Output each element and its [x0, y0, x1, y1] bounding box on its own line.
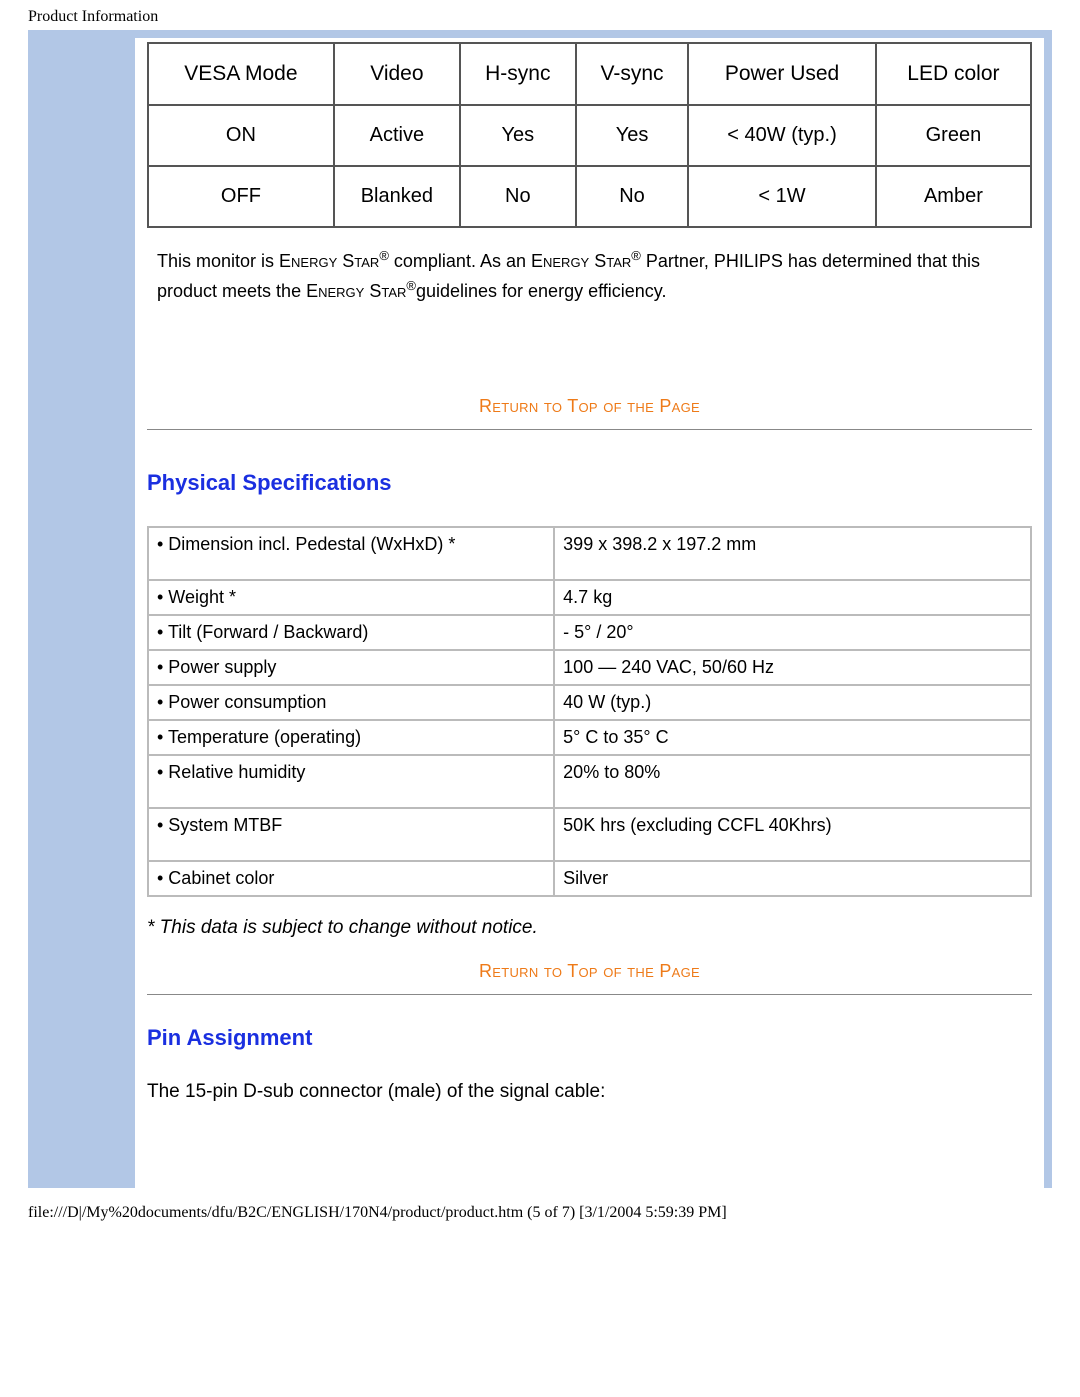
table-header-row: VESA Mode Video H-sync V-sync Power Used… — [148, 43, 1031, 105]
col-hsync: H-sync — [460, 43, 576, 105]
spec-value: 4.7 kg — [554, 580, 1031, 615]
registered-mark: ® — [379, 248, 389, 263]
page-header: Product Information — [0, 0, 1080, 30]
cell: No — [576, 166, 689, 227]
energy-star-mark: Energy Star — [531, 251, 631, 271]
table-row: OFF Blanked No No < 1W Amber — [148, 166, 1031, 227]
spec-value: 40 W (typ.) — [554, 685, 1031, 720]
spec-label: • Power supply — [148, 650, 554, 685]
cell: No — [460, 166, 576, 227]
col-power: Power Used — [688, 43, 876, 105]
spec-footnote: * This data is subject to change without… — [147, 917, 1032, 939]
section-divider — [147, 429, 1032, 430]
return-to-top-link[interactable]: Return to Top of the Page — [147, 396, 1032, 417]
cell: OFF — [148, 166, 334, 227]
power-mode-table-wrap: VESA Mode Video H-sync V-sync Power Used… — [147, 38, 1032, 228]
cell: ON — [148, 105, 334, 166]
spec-value: 399 x 398.2 x 197.2 mm — [554, 527, 1031, 580]
spec-label: • Temperature (operating) — [148, 720, 554, 755]
spec-value: 50K hrs (excluding CCFL 40Khrs) — [554, 808, 1031, 861]
cell: < 1W — [688, 166, 876, 227]
spec-value: - 5° / 20° — [554, 615, 1031, 650]
content-frame: VESA Mode Video H-sync V-sync Power Used… — [28, 30, 1052, 1188]
cell: Yes — [460, 105, 576, 166]
content-body: VESA Mode Video H-sync V-sync Power Used… — [135, 38, 1044, 1188]
text: This monitor is — [157, 251, 279, 271]
table-row: • Dimension incl. Pedestal (WxHxD) *399 … — [148, 527, 1031, 580]
spec-label: • Cabinet color — [148, 861, 554, 896]
return-to-top-link[interactable]: Return to Top of the Page — [147, 961, 1032, 982]
table-row: • Relative humidity20% to 80% — [148, 755, 1031, 808]
energy-star-statement: This monitor is Energy Star® compliant. … — [157, 246, 1022, 306]
cell: Amber — [876, 166, 1031, 227]
spec-label: • Weight * — [148, 580, 554, 615]
spec-value: Silver — [554, 861, 1031, 896]
table-row: • Temperature (operating)5° C to 35° C — [148, 720, 1031, 755]
cell: Green — [876, 105, 1031, 166]
spec-value: 20% to 80% — [554, 755, 1031, 808]
registered-mark: ® — [406, 278, 416, 293]
table-row: • Cabinet colorSilver — [148, 861, 1031, 896]
section-divider — [147, 994, 1032, 995]
cell: Yes — [576, 105, 689, 166]
registered-mark: ® — [631, 248, 641, 263]
table-row: • Power consumption40 W (typ.) — [148, 685, 1031, 720]
col-led: LED color — [876, 43, 1031, 105]
spec-label: • Dimension incl. Pedestal (WxHxD) * — [148, 527, 554, 580]
pin-assignment-text: The 15-pin D-sub connector (male) of the… — [147, 1081, 1032, 1103]
spec-label: • System MTBF — [148, 808, 554, 861]
table-row: • Power supply100 — 240 VAC, 50/60 Hz — [148, 650, 1031, 685]
col-vesa: VESA Mode — [148, 43, 334, 105]
table-row: • Tilt (Forward / Backward)- 5° / 20° — [148, 615, 1031, 650]
page-footer: file:///D|/My%20documents/dfu/B2C/ENGLIS… — [0, 1188, 1080, 1232]
energy-star-mark: Energy Star — [279, 251, 379, 271]
spec-value: 5° C to 35° C — [554, 720, 1031, 755]
spec-label: • Tilt (Forward / Backward) — [148, 615, 554, 650]
spec-label: • Power consumption — [148, 685, 554, 720]
physical-specifications-heading: Physical Specifications — [147, 470, 1032, 496]
col-video: Video — [334, 43, 460, 105]
cell: Active — [334, 105, 460, 166]
pin-assignment-heading: Pin Assignment — [147, 1025, 1032, 1051]
table-row: • Weight *4.7 kg — [148, 580, 1031, 615]
power-mode-table: VESA Mode Video H-sync V-sync Power Used… — [147, 42, 1032, 228]
table-row: • System MTBF50K hrs (excluding CCFL 40K… — [148, 808, 1031, 861]
text: guidelines for energy efficiency. — [416, 281, 666, 301]
col-vsync: V-sync — [576, 43, 689, 105]
table-row: ON Active Yes Yes < 40W (typ.) Green — [148, 105, 1031, 166]
spec-label: • Relative humidity — [148, 755, 554, 808]
energy-star-mark: Energy Star — [306, 281, 406, 301]
spec-value: 100 — 240 VAC, 50/60 Hz — [554, 650, 1031, 685]
cell: Blanked — [334, 166, 460, 227]
text: compliant. As an — [389, 251, 531, 271]
physical-spec-table: • Dimension incl. Pedestal (WxHxD) *399 … — [147, 526, 1032, 897]
cell: < 40W (typ.) — [688, 105, 876, 166]
